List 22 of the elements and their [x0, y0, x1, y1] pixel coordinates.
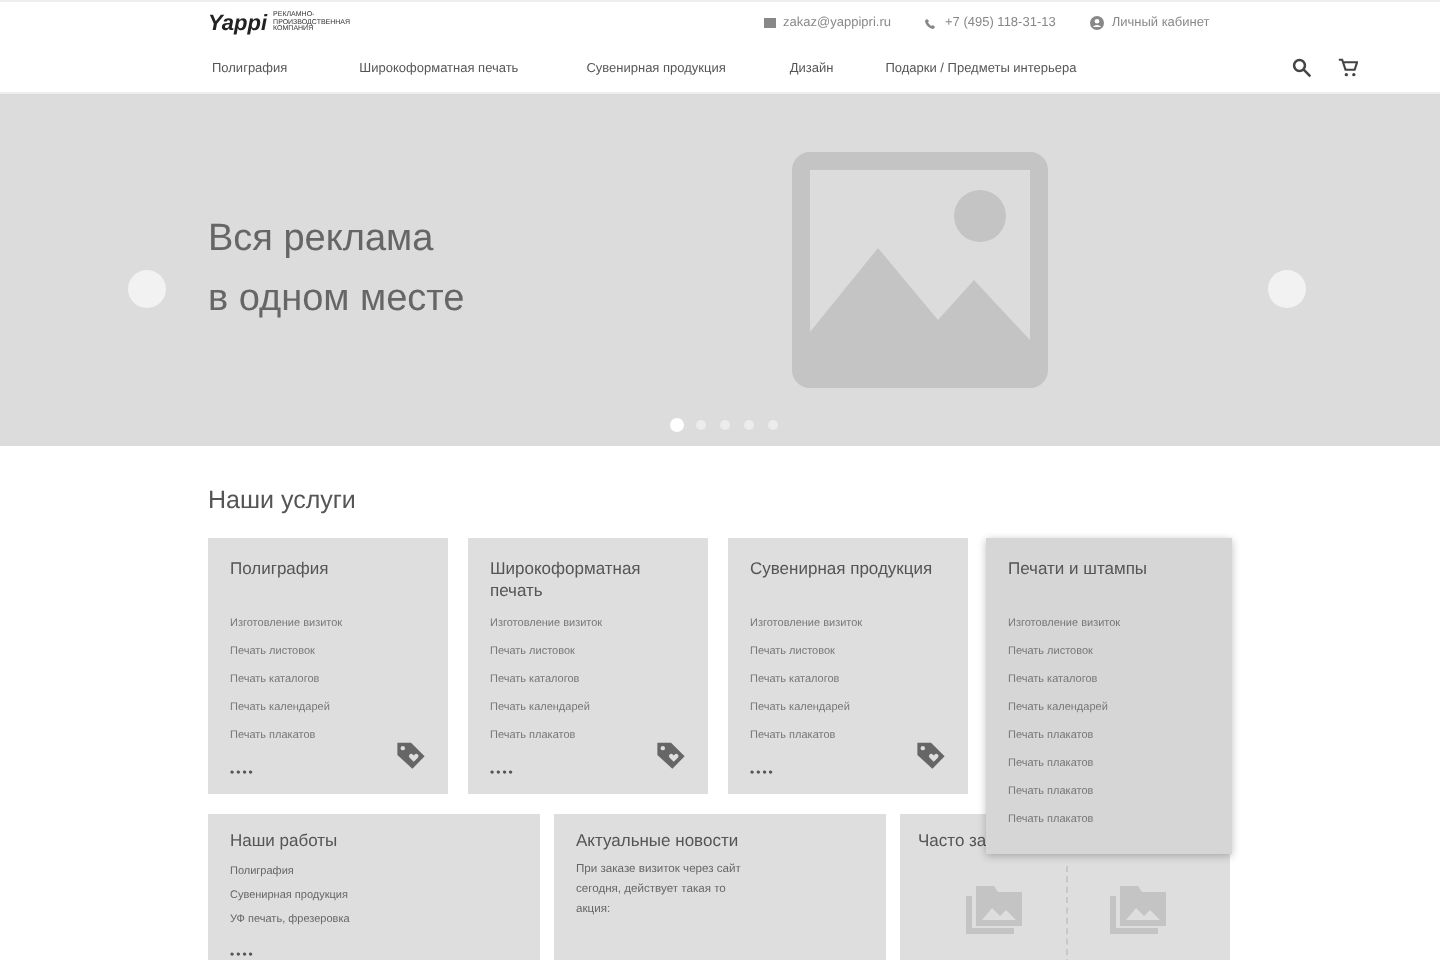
cart-icon[interactable] [1338, 58, 1359, 78]
photo-folder-icon [965, 886, 1022, 934]
tag-icon [394, 740, 428, 770]
slide-dot[interactable] [672, 420, 682, 430]
phone-icon [924, 17, 937, 29]
logo[interactable]: Yappi [208, 11, 268, 35]
section-title: Наши услуги [208, 486, 358, 514]
hero-headline: Вся реклама [208, 216, 436, 264]
card-title: Печати и штампы [1008, 558, 1150, 582]
tag-icon [914, 740, 948, 770]
card-title: Наши работы [230, 830, 340, 850]
card-title: Полиграфия [230, 558, 331, 582]
photo-folder-icon [1109, 886, 1166, 934]
search-icon[interactable] [1292, 58, 1313, 78]
user-icon [1089, 16, 1104, 30]
card-title: Широкоформатная печать [490, 558, 643, 604]
card-title: Часто за [918, 830, 989, 850]
tag-icon [654, 740, 688, 770]
card-title: Сувенирная продукция [750, 558, 935, 582]
mail-icon [763, 18, 776, 28]
card-title: Актуальные новости [576, 830, 741, 850]
hero-headline: в одном месте [208, 276, 465, 324]
